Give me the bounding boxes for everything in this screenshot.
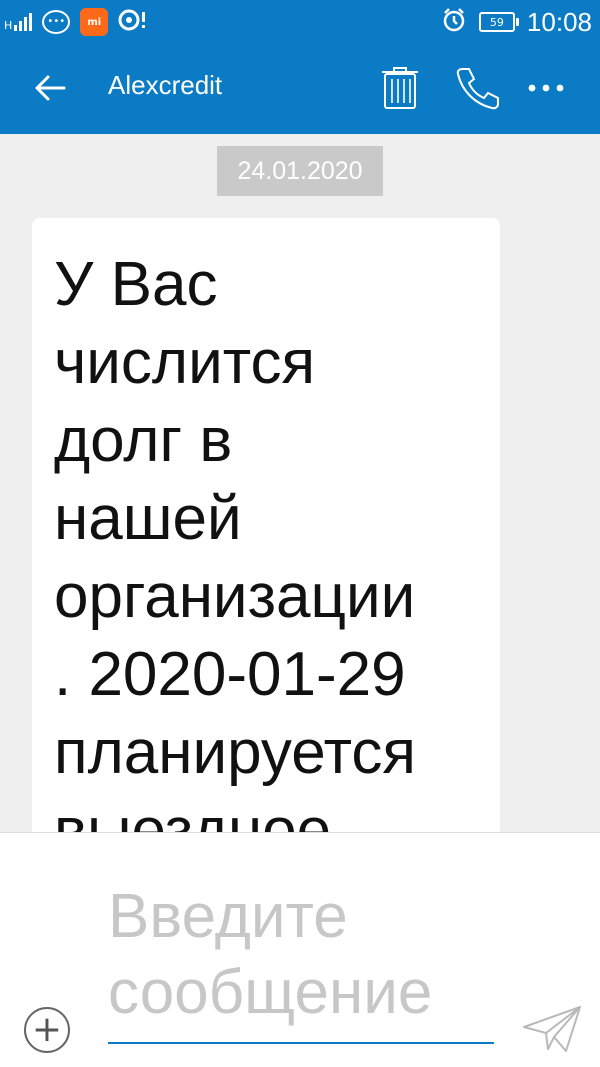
input-underline xyxy=(108,1042,494,1044)
chat-bubble-icon: ••• xyxy=(42,10,71,34)
message-input[interactable]: Введите сообщение xyxy=(108,879,498,1049)
network-type-label: H xyxy=(4,19,13,32)
date-separator: 24.01.2020 xyxy=(217,146,383,196)
send-button[interactable] xyxy=(520,1003,584,1057)
more-icon xyxy=(528,84,564,92)
arrow-left-icon xyxy=(35,75,66,101)
mi-app-icon: mi xyxy=(80,8,109,36)
call-button[interactable] xyxy=(452,62,504,114)
status-left: H ••• mi xyxy=(4,6,148,38)
send-icon xyxy=(523,1006,581,1052)
app-bar: Alexcredit xyxy=(0,44,600,134)
phone-icon xyxy=(456,68,499,110)
status-time: 10:08 xyxy=(526,6,592,37)
attach-button[interactable]: + xyxy=(24,1007,70,1053)
plus-icon: + xyxy=(31,1009,63,1050)
back-button[interactable] xyxy=(26,64,74,112)
status-right: 59 10:08 xyxy=(441,4,592,40)
trash-icon xyxy=(382,67,418,109)
message-bubble[interactable]: У Вас числится долг в нашей организации … xyxy=(32,218,500,918)
delete-button[interactable] xyxy=(374,62,426,114)
composer-bar: Введите сообщение + xyxy=(0,832,600,1067)
signal-icon: H xyxy=(4,13,33,32)
more-options-button[interactable] xyxy=(520,62,572,114)
battery-level: 59 xyxy=(489,15,504,29)
notification-icon xyxy=(118,8,148,36)
alarm-icon xyxy=(441,7,467,37)
conversation-title: Alexcredit xyxy=(108,70,223,100)
status-bar: H ••• mi 59 10:08 xyxy=(0,0,600,44)
battery-icon: 59 xyxy=(478,12,519,32)
message-text: У Вас числится долг в нашей организации … xyxy=(54,250,416,865)
